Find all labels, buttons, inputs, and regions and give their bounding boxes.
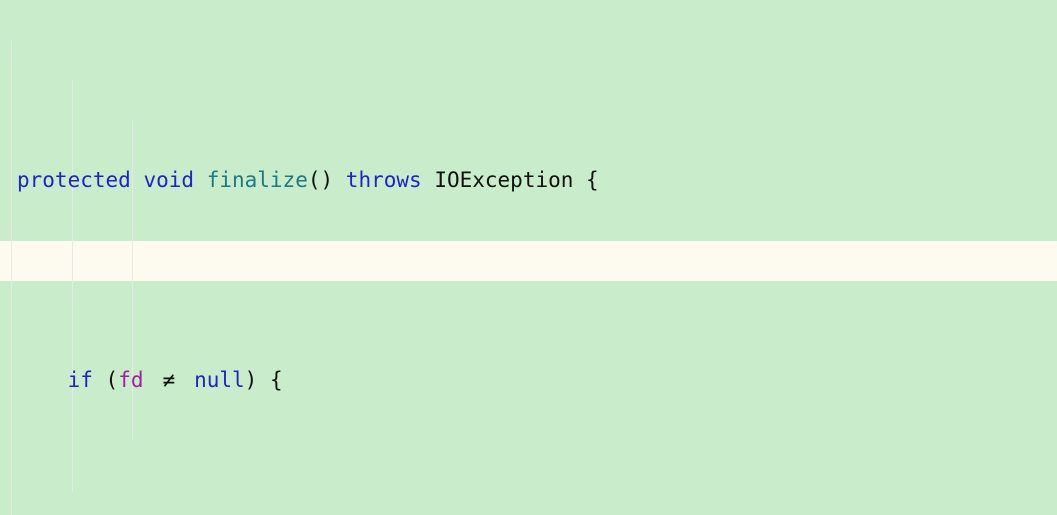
token-brace-open: {	[269, 368, 283, 392]
token-keyword-null: null	[194, 368, 245, 392]
token-keyword-void: void	[143, 168, 195, 192]
code-editor-viewport[interactable]: protected void finalize() throws IOExcep…	[0, 0, 1057, 515]
token-var-fd: fd	[118, 368, 144, 392]
token-method-finalize: finalize	[206, 168, 308, 192]
token-operator-not-equal: ≠	[162, 368, 176, 392]
code-line-2[interactable]: if (fd ≠ null) {	[0, 360, 1057, 400]
code-content[interactable]: protected void finalize() throws IOExcep…	[0, 0, 1057, 515]
token-brace-open: {	[586, 168, 599, 192]
token-paren-close: )	[244, 368, 258, 392]
code-line-1[interactable]: protected void finalize() throws IOExcep…	[0, 160, 1057, 200]
token-parens: ()	[307, 168, 334, 192]
token-keyword-protected: protected	[17, 168, 131, 192]
token-keyword-throws: throws	[345, 168, 422, 192]
token-keyword-if: if	[67, 368, 93, 392]
token-paren-open: (	[105, 368, 119, 392]
token-type-ioexception: IOException	[434, 168, 574, 192]
